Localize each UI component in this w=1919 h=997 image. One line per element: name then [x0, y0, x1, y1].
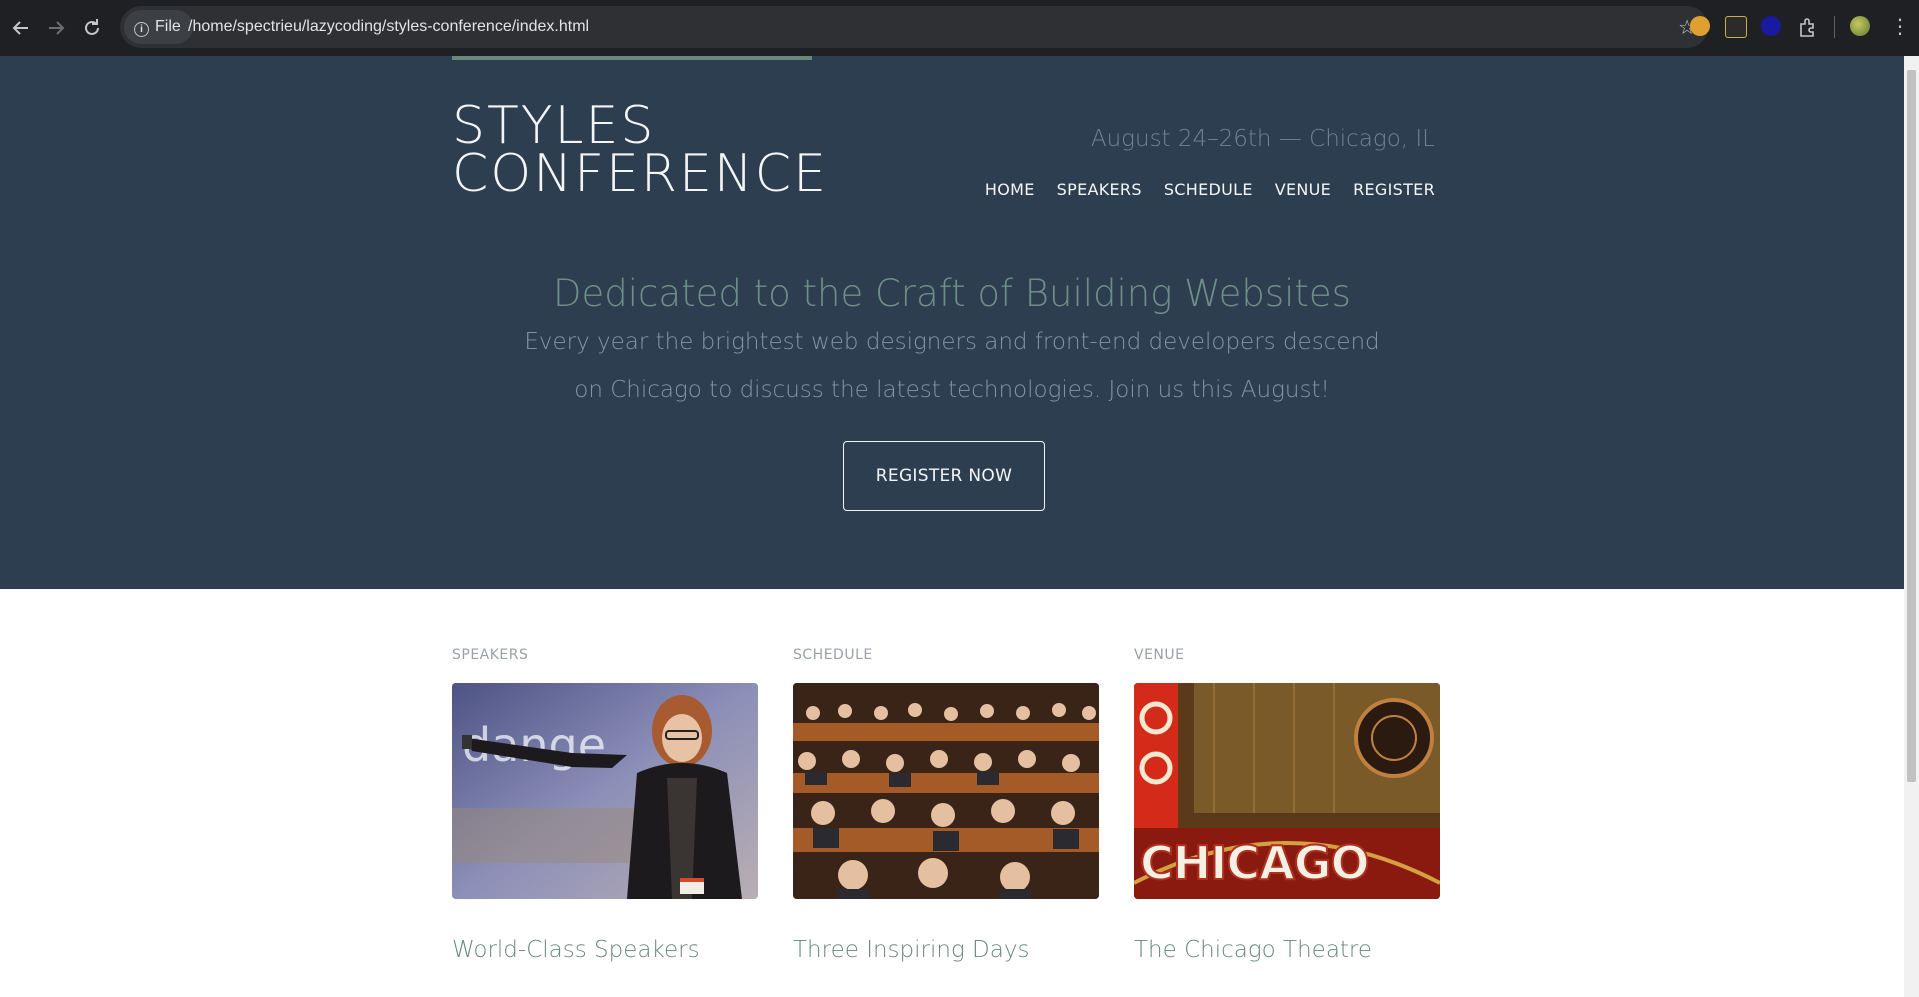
back-arrow-icon[interactable] — [9, 16, 33, 40]
logo-line-1: STYLES — [452, 96, 656, 156]
nav-venue[interactable]: VENUE — [1275, 180, 1331, 199]
page-scrollbar[interactable] — [1904, 56, 1919, 997]
feature-title[interactable]: The Chicago Theatre — [1134, 937, 1372, 963]
address-bar[interactable]: i File /home/spectrieu/lazycoding/styles-… — [120, 6, 1708, 48]
hero-section: STYLES CONFERENCE August 24–26th — Chica… — [0, 56, 1904, 589]
register-now-button[interactable]: REGISTER NOW — [843, 441, 1045, 511]
nav-register[interactable]: REGISTER — [1353, 180, 1435, 199]
extension-1-icon[interactable] — [1690, 16, 1710, 36]
browser-toolbar: i File /home/spectrieu/lazycoding/styles-… — [0, 0, 1919, 56]
reload-icon[interactable] — [80, 16, 104, 40]
nav-home[interactable]: HOME — [985, 180, 1035, 199]
primary-nav: HOME SPEAKERS SCHEDULE VENUE REGISTER — [985, 180, 1435, 199]
hero-headline: Dedicated to the Craft of Building Websi… — [553, 272, 1351, 315]
nav-schedule[interactable]: SCHEDULE — [1164, 180, 1253, 199]
schedule-image[interactable] — [793, 683, 1099, 899]
venue-image[interactable]: CHICAGO — [1134, 683, 1440, 899]
feature-title[interactable]: World-Class Speakers — [452, 937, 700, 963]
url-text[interactable]: /home/spectrieu/lazycoding/styles-confer… — [188, 6, 589, 48]
extension-3-icon[interactable] — [1761, 16, 1781, 36]
nav-speakers[interactable]: SPEAKERS — [1057, 180, 1142, 199]
toolbar-divider — [1834, 16, 1835, 38]
extensions-puzzle-icon[interactable] — [1796, 16, 1820, 40]
feature-label: SCHEDULE — [793, 647, 873, 663]
site-logo[interactable]: STYLES CONFERENCE — [452, 96, 828, 204]
hero-lead: Every year the brightest web designers a… — [524, 329, 1380, 403]
feature-label: VENUE — [1134, 647, 1185, 663]
scrollbar-thumb[interactable] — [1907, 70, 1916, 782]
profile-avatar[interactable] — [1850, 16, 1870, 36]
kebab-menu-icon[interactable]: ⋮ — [1890, 14, 1910, 38]
site-info-chip[interactable]: i File — [124, 10, 193, 44]
speakers-image[interactable]: dange — [452, 683, 758, 899]
event-tagline: August 24–26th — Chicago, IL — [1090, 126, 1435, 152]
info-icon: i — [134, 22, 149, 37]
forward-arrow-icon[interactable] — [44, 16, 68, 40]
logo-accent-bar — [452, 56, 812, 60]
site-chip-label: File — [155, 18, 181, 35]
feature-label: SPEAKERS — [452, 647, 529, 663]
features-section: SPEAKERS dange World-Class Speakers SCHE… — [0, 589, 1904, 997]
page-viewport: STYLES CONFERENCE August 24–26th — Chica… — [0, 56, 1904, 997]
logo-line-2: CONFERENCE — [452, 144, 828, 204]
extension-2-icon[interactable] — [1725, 16, 1747, 38]
feature-title[interactable]: Three Inspiring Days — [793, 937, 1029, 963]
venue-sign-text: CHICAGO — [1140, 836, 1369, 890]
